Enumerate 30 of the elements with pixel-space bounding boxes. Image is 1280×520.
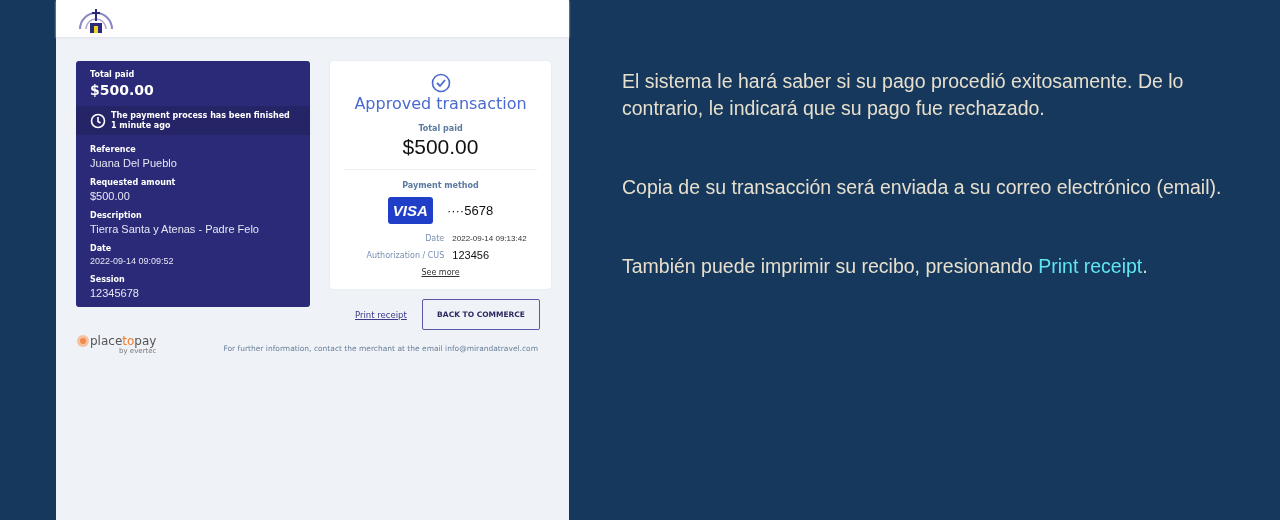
check-icon (430, 73, 451, 93)
notice-text: The payment process has been finished 1 minute ago (111, 111, 291, 131)
field-value: Juana Del Pueblo (90, 157, 178, 170)
payment-method-label: Payment method (402, 181, 479, 190)
total-label: Total paid (90, 70, 136, 79)
card-number: ····5678 (446, 203, 494, 218)
total-label: Total paid (418, 124, 463, 133)
total-amount: $500.00 (90, 82, 155, 98)
field-label: Description (90, 211, 143, 221)
field-value: $500.00 (90, 190, 131, 203)
field-value: 2022-09-14 09:09:52 (90, 256, 175, 267)
total-amount: $500.00 (402, 135, 479, 159)
detail-value: 2022-09-14 09:13:42 (452, 234, 527, 243)
field-label: Session (90, 275, 126, 285)
field-value: Tierra Santa y Atenas - Padre Felo (90, 223, 260, 236)
see-more-link[interactable]: See more (421, 268, 460, 277)
field-value: 12345678 (90, 287, 140, 300)
print-receipt-link[interactable]: Print receipt (355, 309, 407, 320)
card-brand-logo: VISA (387, 197, 433, 224)
instruction-text: Copia de su transacción será enviada a su correo electrónico (email). (622, 174, 1223, 200)
field-label: Reference (90, 145, 137, 155)
field-label: Requested amount (90, 178, 177, 188)
instruction-text: También puede imprimir su recibo, presionando Print receipt. (622, 253, 1149, 279)
instruction-text: El sistema le hará saber si su pago procedió exitosamente. De lo contrario, le indicará que su pago fue rechazado. (622, 69, 1185, 121)
field-label: Date (90, 244, 113, 254)
clock-icon (90, 112, 106, 129)
detail-label: Date (424, 234, 445, 243)
detail-value: 123456 (452, 249, 490, 261)
detail-label: Authorization / CUS (366, 250, 445, 260)
result-title: Approved transaction (354, 94, 527, 113)
